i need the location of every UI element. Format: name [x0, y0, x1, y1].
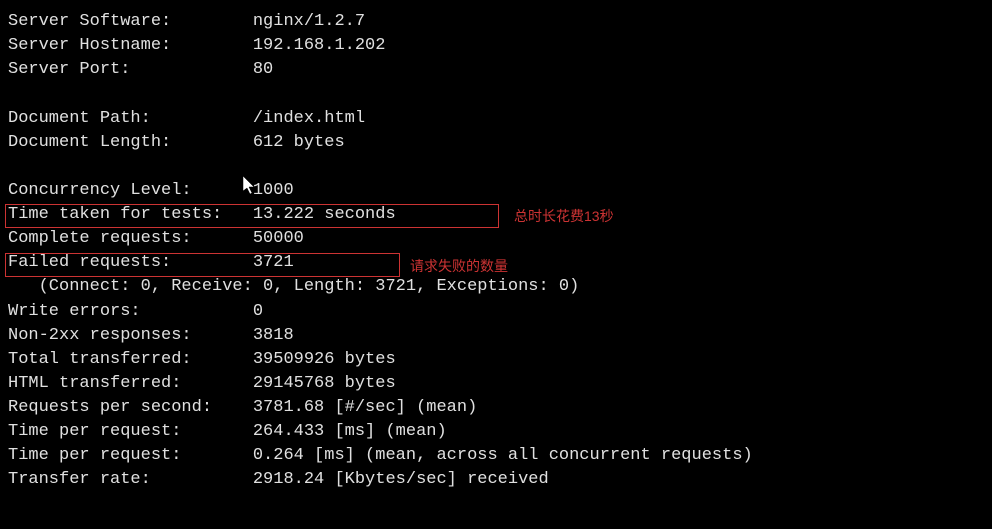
output-line: Server Port: 80 [8, 58, 984, 82]
output-line: HTML transferred: 29145768 bytes [8, 372, 984, 396]
output-line: Time per request: 0.264 [ms] (mean, acro… [8, 444, 984, 468]
output-line: Complete requests: 50000 [8, 227, 984, 251]
output-line: Server Software: nginx/1.2.7 [8, 10, 984, 34]
output-line: Write errors: 0 [8, 300, 984, 324]
output-line: Non-2xx responses: 3818 [8, 324, 984, 348]
output-line: Time per request: 264.433 [ms] (mean) [8, 420, 984, 444]
output-line: Failed requests: 3721 [8, 251, 984, 275]
output-line: Document Length: 612 bytes [8, 131, 984, 155]
output-line [8, 155, 984, 179]
output-line [8, 82, 984, 106]
output-line: Total transferred: 39509926 bytes [8, 348, 984, 372]
output-line: Concurrency Level: 1000 [8, 179, 984, 203]
terminal-output: Server Software: nginx/1.2.7Server Hostn… [8, 10, 984, 493]
output-line: Transfer rate: 2918.24 [Kbytes/sec] rece… [8, 468, 984, 492]
output-line: Time taken for tests: 13.222 seconds [8, 203, 984, 227]
output-line: Requests per second: 3781.68 [#/sec] (me… [8, 396, 984, 420]
output-line: Document Path: /index.html [8, 107, 984, 131]
output-line: Server Hostname: 192.168.1.202 [8, 34, 984, 58]
output-line: (Connect: 0, Receive: 0, Length: 3721, E… [8, 275, 984, 299]
